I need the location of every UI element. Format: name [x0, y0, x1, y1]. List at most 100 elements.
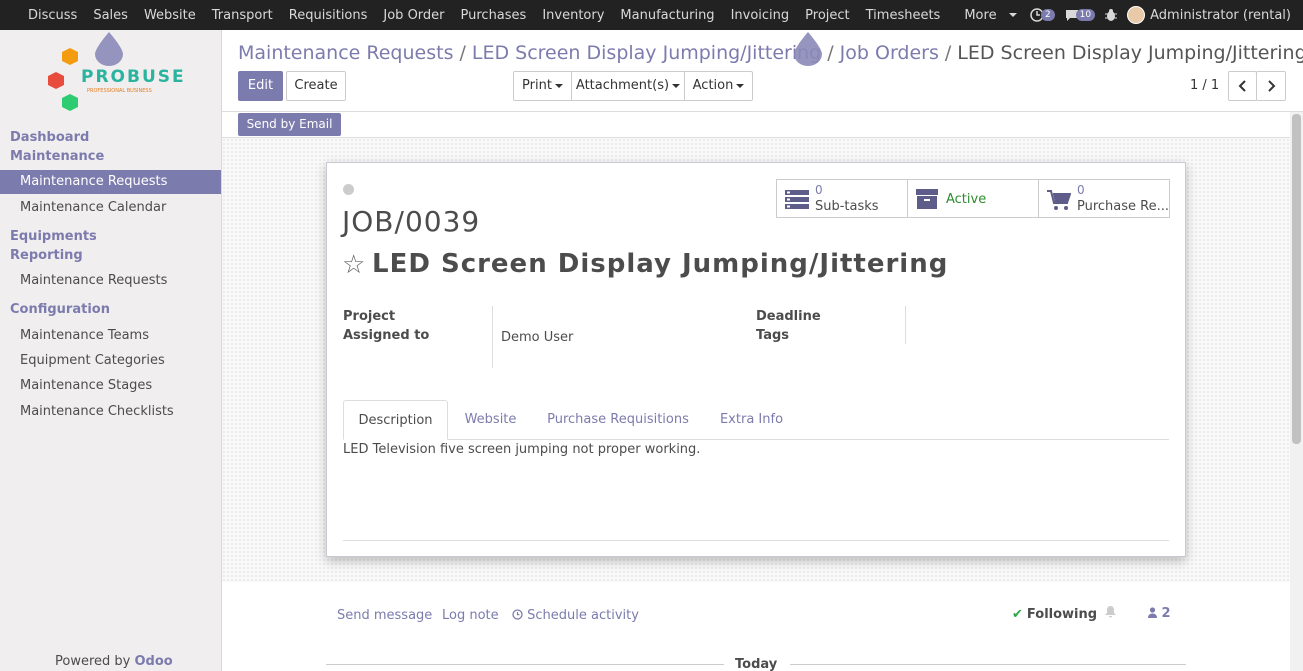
sidebar-item-equipment-categories[interactable]: Equipment Categories [0, 349, 221, 373]
edit-button[interactable]: Edit [238, 71, 283, 101]
tab-description[interactable]: Description [343, 400, 448, 440]
messaging-button[interactable]: 10 [1065, 8, 1096, 22]
subtasks-count: 0 [815, 183, 823, 197]
sidebar-item-reporting-maintenance-requests[interactable]: Maintenance Requests [0, 269, 221, 293]
record-title[interactable]: LED Screen Display Jumping/Jittering [372, 249, 948, 279]
activity-button[interactable]: 2 [1030, 8, 1055, 22]
pager-value[interactable]: 1 / 1 [1190, 78, 1219, 93]
breadcrumb-separator: / [459, 42, 466, 64]
star-icon[interactable]: ☆ [342, 250, 365, 280]
project-label: Project [343, 309, 396, 324]
caret-down-icon [672, 83, 681, 88]
menu-project[interactable]: Project [805, 8, 849, 23]
menu-manufacturing[interactable]: Manufacturing [620, 8, 714, 23]
sidebar-section-dashboard[interactable]: Dashboard [10, 130, 89, 145]
drop-marker-icon [95, 32, 123, 66]
menu-more[interactable]: More [956, 8, 1017, 23]
assigned-to-field[interactable]: Demo User [501, 330, 573, 345]
user-avatar[interactable] [1127, 6, 1146, 24]
bell-icon [1104, 606, 1116, 618]
vertical-scrollbar[interactable] [1290, 112, 1303, 671]
tab-extra-info[interactable]: Extra Info [707, 400, 796, 440]
odoo-link[interactable]: Odoo [135, 654, 173, 669]
sidebar-item-maintenance-requests[interactable]: Maintenance Requests [0, 170, 221, 194]
menu-transport[interactable]: Transport [212, 8, 273, 23]
breadcrumb-maintenance-requests[interactable]: Maintenance Requests [238, 42, 453, 64]
chevron-right-icon [1268, 80, 1276, 92]
sidebar-section-equipments[interactable]: Equipments [10, 229, 97, 244]
menu-inventory[interactable]: Inventory [542, 8, 604, 23]
shopping-cart-icon [1047, 190, 1071, 210]
following-label: Following [1026, 607, 1098, 622]
pager-next-button[interactable] [1256, 71, 1286, 101]
purchase-requisitions-smart-button[interactable]: 0 Purchase Re... [1038, 179, 1170, 218]
field-separator [492, 306, 493, 368]
sidebar-section-reporting[interactable]: Reporting [10, 248, 83, 263]
breadcrumb-current: LED Screen Display Jumping/Jittering [957, 42, 1303, 64]
create-button[interactable]: Create [286, 71, 346, 101]
send-message-button[interactable]: Send message [337, 608, 432, 623]
followers-button[interactable]: 2 [1148, 606, 1171, 621]
menu-requisitions[interactable]: Requisitions [289, 8, 368, 23]
date-separator-line [326, 664, 724, 665]
field-separator [905, 306, 906, 344]
print-label: Print [522, 78, 552, 93]
send-by-email-button[interactable]: Send by Email [238, 113, 341, 136]
tab-purchase-requisitions[interactable]: Purchase Requisitions [535, 400, 701, 440]
record-reference: JOB/0039 [342, 205, 481, 238]
sidebar-item-maintenance-stages[interactable]: Maintenance Stages [0, 374, 221, 398]
assigned-to-label: Assigned to [343, 328, 430, 343]
archive-icon [916, 189, 938, 209]
menu-sales[interactable]: Sales [93, 8, 128, 23]
schedule-activity-button[interactable]: Schedule activity [512, 608, 639, 623]
attachments-dropdown[interactable]: Attachment(s) [571, 71, 685, 101]
menu-purchases[interactable]: Purchases [461, 8, 527, 23]
subtasks-label: Sub-tasks [815, 199, 879, 214]
breadcrumb-separator: / [827, 42, 834, 64]
sheet-bottom-separator [343, 540, 1169, 541]
menu-invoicing[interactable]: Invoicing [731, 8, 790, 23]
subtasks-smart-button[interactable]: 0 Sub-tasks [776, 179, 908, 218]
caret-down-icon [736, 83, 745, 88]
log-note-button[interactable]: Log note [442, 608, 499, 623]
pager-previous-button[interactable] [1228, 71, 1257, 101]
deadline-label: Deadline [756, 309, 821, 324]
following-button[interactable]: ✔ Following [1012, 606, 1116, 622]
menu-website[interactable]: Website [144, 8, 196, 23]
app-menu: Discuss Sales Website Transport Requisit… [20, 0, 1025, 30]
print-dropdown[interactable]: Print [513, 71, 572, 101]
active-label: Active [946, 192, 987, 207]
breadcrumb-job-orders[interactable]: Job Orders [840, 42, 939, 64]
drop-marker-icon [794, 32, 822, 66]
attachments-label: Attachment(s) [575, 78, 670, 93]
sidebar-section-maintenance[interactable]: Maintenance [10, 149, 104, 164]
menu-discuss[interactable]: Discuss [28, 8, 77, 23]
top-navbar: Discuss Sales Website Transport Requisit… [0, 0, 1303, 30]
logo-text: PROBUSE [81, 67, 184, 87]
sidebar-item-maintenance-calendar[interactable]: Maintenance Calendar [0, 196, 221, 220]
user-menu[interactable]: Administrator (rental) [1150, 8, 1291, 23]
scrollbar-thumb[interactable] [1292, 114, 1301, 444]
debug-button[interactable] [1105, 8, 1118, 22]
description-text[interactable]: LED Television five screen jumping not p… [343, 442, 700, 457]
clock-icon [512, 609, 523, 620]
sidebar-item-maintenance-checklists[interactable]: Maintenance Checklists [0, 400, 221, 424]
menu-timesheets[interactable]: Timesheets [866, 8, 941, 23]
check-icon: ✔ [1012, 607, 1023, 622]
breadcrumb-separator: / [944, 42, 952, 64]
breadcrumb-request[interactable]: LED Screen Display Jumping/Jittering [472, 42, 821, 64]
action-label: Action [692, 78, 734, 93]
sidebar-section-configuration[interactable]: Configuration [10, 302, 110, 317]
date-separator-label: Today [735, 657, 778, 671]
tab-website[interactable]: Website [452, 400, 529, 440]
kanban-state-indicator[interactable] [343, 184, 354, 195]
sidebar: PROBUSE PROFESSIONAL BUSINESS Dashboard … [0, 30, 222, 671]
menu-job-order[interactable]: Job Order [383, 8, 444, 23]
chevron-left-icon [1238, 80, 1246, 92]
sidebar-item-maintenance-teams[interactable]: Maintenance Teams [0, 324, 221, 348]
powered-by: Powered by Odoo [55, 654, 173, 669]
action-dropdown[interactable]: Action [684, 71, 753, 101]
active-toggle-button[interactable]: Active [907, 179, 1039, 218]
logo-subtext: PROFESSIONAL BUSINESS [87, 88, 152, 94]
tasks-icon [785, 190, 809, 209]
